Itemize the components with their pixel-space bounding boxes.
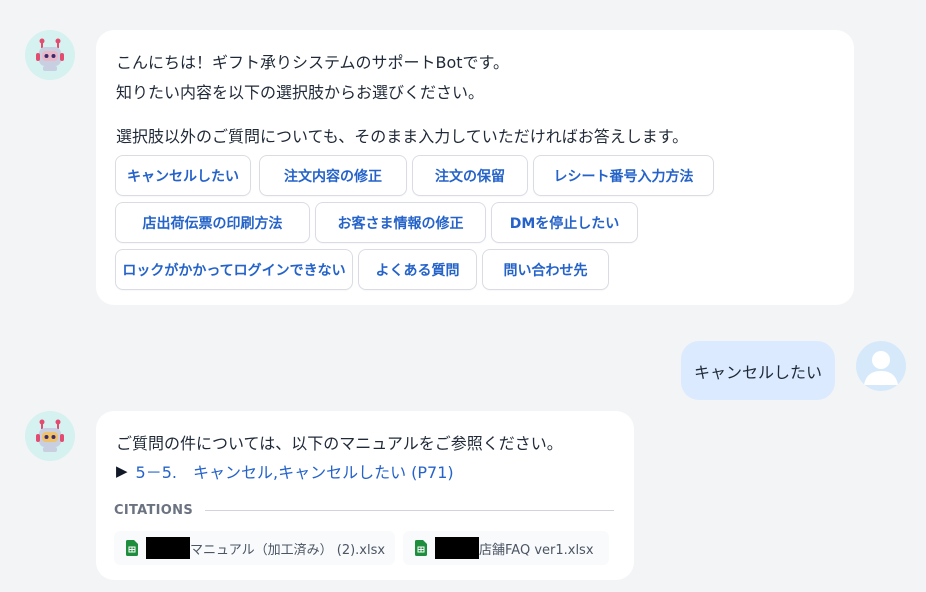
spreadsheet-icon	[126, 540, 138, 556]
divider	[205, 510, 614, 511]
robot-icon	[36, 419, 64, 452]
user-avatar	[856, 341, 906, 391]
option-shipping-slip-button[interactable]: 店出荷伝票の印刷方法	[115, 202, 310, 243]
option-faq-button[interactable]: よくある質問	[358, 249, 477, 290]
greeting-line: こんにちは！ギフト承りシステムのサポートBotです。	[116, 53, 509, 72]
bot-answer-bubble: ご質問の件については、以下のマニュアルをご参照ください。 ▶ 5－5. キャンセ…	[96, 411, 634, 580]
option-customer-info-button[interactable]: お客さま情報の修正	[315, 202, 486, 243]
option-login-locked-button[interactable]: ロックがかかってログインできない	[115, 249, 353, 290]
robot-icon	[36, 38, 64, 71]
user-icon	[864, 351, 898, 385]
citations-label: CITATIONS	[114, 503, 193, 518]
answer-intro: ご質問の件については、以下のマニュアルをご参照ください。	[116, 434, 563, 453]
citation-filename: マニュアル（加工済み） (2).xlsx	[190, 542, 386, 558]
spreadsheet-icon	[415, 540, 427, 556]
redacted-block	[435, 537, 479, 559]
user-message-bubble: キャンセルしたい	[681, 341, 835, 400]
citations-header: CITATIONS	[114, 503, 614, 518]
option-stop-dm-button[interactable]: DMを停止したい	[491, 202, 638, 243]
redacted-block	[146, 537, 190, 559]
citation-filename: 店舗FAQ ver1.xlsx	[479, 542, 594, 558]
bot-message-bubble: こんにちは！ギフト承りシステムのサポートBotです。 知りたい内容を以下の選択肢…	[96, 30, 854, 305]
play-triangle-icon: ▶	[116, 462, 128, 480]
citation-faq[interactable]: 店舗FAQ ver1.xlsx	[403, 531, 609, 565]
bot-avatar	[25, 30, 75, 80]
option-contact-button[interactable]: 問い合わせ先	[482, 249, 609, 290]
instruction-line: 知りたい内容を以下の選択肢からお選びください。	[116, 83, 485, 102]
bot-avatar	[25, 411, 75, 461]
option-order-hold-button[interactable]: 注文の保留	[412, 155, 528, 196]
citation-manual[interactable]: マニュアル（加工済み） (2).xlsx	[114, 531, 395, 565]
free-input-note: 選択肢以外のご質問についても、そのまま入力していただければお答えします。	[116, 127, 689, 146]
manual-link-row: ▶ 5－5. キャンセル,キャンセルしたい (P71)	[116, 459, 454, 483]
manual-section-link[interactable]: 5－5. キャンセル,キャンセルしたい (P71)	[136, 459, 454, 483]
option-order-edit-button[interactable]: 注文内容の修正	[259, 155, 407, 196]
option-cancel-button[interactable]: キャンセルしたい	[115, 155, 251, 196]
option-receipt-number-button[interactable]: レシート番号入力方法	[533, 155, 714, 196]
